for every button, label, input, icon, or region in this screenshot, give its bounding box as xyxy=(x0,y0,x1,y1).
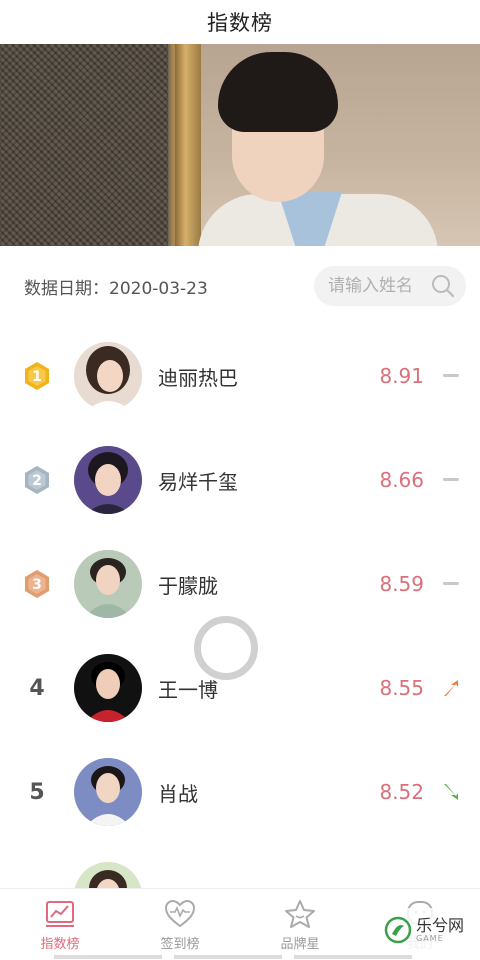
banner-carousel[interactable] xyxy=(0,44,480,246)
avatar[interactable] xyxy=(74,342,142,410)
banner-frame xyxy=(175,44,201,246)
loading-spinner xyxy=(194,616,258,680)
watermark-text: 乐兮网 xyxy=(416,915,465,935)
app-root: 指数榜 数据日期：2020-03-23 请输入姓名 1 迪丽热巴 8.91 2 … xyxy=(0,0,480,960)
avatar[interactable] xyxy=(74,550,142,618)
search-input[interactable] xyxy=(328,276,430,296)
tab-checkin-ranking[interactable]: 签到榜 xyxy=(120,889,240,960)
tab-label: 签到榜 xyxy=(160,937,200,952)
index-score: 8.66 xyxy=(379,468,424,492)
svg-text:2: 2 xyxy=(32,473,42,489)
index-score: 8.52 xyxy=(379,780,424,804)
celebrity-name: 迪丽热巴 xyxy=(158,365,238,390)
avatar[interactable] xyxy=(74,446,142,514)
tab-index-ranking[interactable]: 指数榜 xyxy=(0,889,120,960)
toolbar: 数据日期：2020-03-23 xyxy=(0,262,480,310)
page-title: 指数榜 xyxy=(207,11,273,35)
rank-badge: 3 xyxy=(0,568,74,600)
heartbeat-icon xyxy=(164,899,196,928)
bronze-medal-icon: 3 xyxy=(25,570,49,598)
gold-medal-icon: 1 xyxy=(25,362,49,390)
avatar[interactable] xyxy=(74,758,142,826)
banner-curtain xyxy=(0,44,168,246)
tab-label: 品牌星 xyxy=(280,937,320,952)
tab-label: 指数榜 xyxy=(40,937,80,952)
index-score: 8.55 xyxy=(379,676,424,700)
ranking-row[interactable]: 2 易烊千玺 8.66 xyxy=(0,428,480,532)
watermark: 乐兮网 GAME xyxy=(384,908,480,952)
celebrity-name: 肖战 xyxy=(158,781,198,806)
celebrity-name: 易烊千玺 xyxy=(158,469,238,494)
header: 指数榜 xyxy=(0,0,480,44)
chart-icon xyxy=(46,901,74,927)
rank-number: 5 xyxy=(29,779,45,805)
index-score: 8.91 xyxy=(379,364,424,388)
watermark-subtext: GAME xyxy=(416,933,444,943)
tab-underline xyxy=(54,955,162,959)
rank-badge: 2 xyxy=(0,464,74,496)
celebrity-name: 王一博 xyxy=(158,677,218,702)
watermark-logo-icon xyxy=(384,916,412,944)
tab-underline xyxy=(174,955,282,959)
ranking-row[interactable]: 1 迪丽热巴 8.91 xyxy=(0,324,480,428)
trend-flat-icon xyxy=(424,477,480,483)
trend-up-icon xyxy=(424,677,480,699)
svg-text:1: 1 xyxy=(32,369,42,385)
star-icon xyxy=(285,900,315,928)
rank-number: 4 xyxy=(29,675,45,701)
trend-flat-icon xyxy=(424,581,480,587)
rank-badge: 1 xyxy=(0,360,74,392)
trend-flat-icon xyxy=(424,373,480,379)
tab-underline xyxy=(294,955,412,959)
avatar[interactable] xyxy=(74,654,142,722)
svg-text:3: 3 xyxy=(32,577,42,593)
trend-down-icon xyxy=(424,781,480,803)
ranking-row[interactable]: 5 肖战 8.52 xyxy=(0,740,480,844)
data-date: 数据日期：2020-03-23 xyxy=(24,278,208,299)
tab-brand-stars[interactable]: 品牌星 xyxy=(240,889,360,960)
index-score: 8.59 xyxy=(379,572,424,596)
search-icon[interactable] xyxy=(430,273,456,299)
celebrity-name: 于朦胧 xyxy=(158,573,218,598)
silver-medal-icon: 2 xyxy=(25,466,49,494)
search-box[interactable] xyxy=(314,266,466,306)
